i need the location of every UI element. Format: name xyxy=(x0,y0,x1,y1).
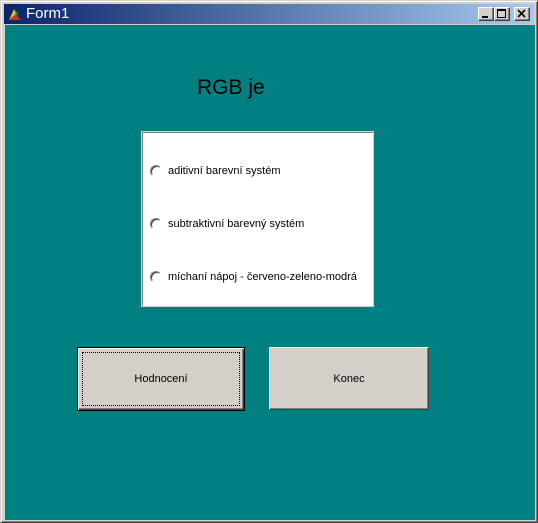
evaluate-button-label: Hodnocení xyxy=(134,373,188,385)
radio-button[interactable] xyxy=(150,218,162,230)
evaluate-button[interactable]: Hodnocení xyxy=(77,347,245,411)
maximize-button[interactable] xyxy=(494,7,510,21)
app-icon xyxy=(9,9,21,20)
radio-button[interactable] xyxy=(150,165,162,177)
maximize-icon xyxy=(497,9,506,18)
minimize-icon xyxy=(482,16,488,18)
question-heading: RGB je xyxy=(197,76,265,99)
answer-options-panel: aditivní barevní systém subtraktivní bar… xyxy=(141,131,374,307)
close-button[interactable] xyxy=(514,7,530,21)
app-window: Form1 RGB je aditivní barevní systém sub… xyxy=(0,0,538,523)
window-title: Form1 xyxy=(26,5,70,22)
option-label: subtraktivní barevný systém xyxy=(168,218,305,230)
title-bar[interactable]: Form1 xyxy=(4,4,534,24)
option-label: míchaní nápoj - červeno-zeleno-modrá xyxy=(168,271,357,283)
radio-button[interactable] xyxy=(150,271,162,283)
end-button[interactable]: Konec xyxy=(269,347,429,410)
minimize-button[interactable] xyxy=(478,7,494,21)
option-label: aditivní barevní systém xyxy=(168,165,281,177)
end-button-label: Konec xyxy=(333,372,365,385)
close-icon xyxy=(517,9,526,18)
form-client-area: RGB je aditivní barevní systém subtrakti… xyxy=(5,25,535,520)
